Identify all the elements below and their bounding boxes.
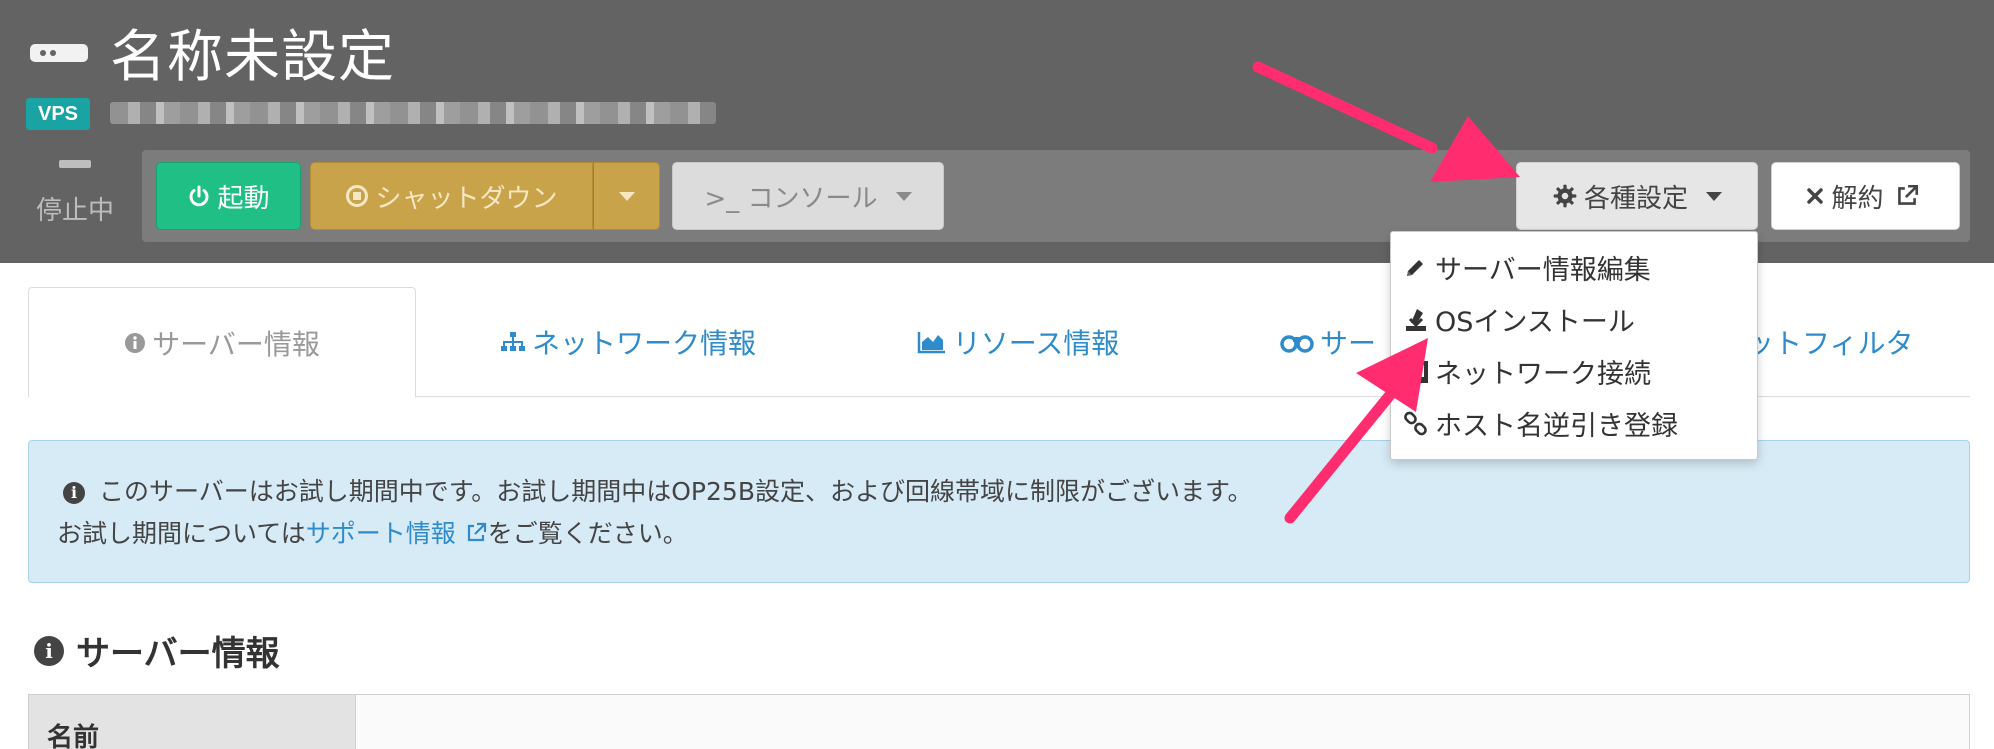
area-chart-icon [917, 330, 947, 354]
gear-icon [1552, 183, 1578, 209]
close-icon [1805, 186, 1825, 206]
menu-item-label: ネットワーク接続 [1435, 359, 1651, 390]
shutdown-dropdown-toggle[interactable] [593, 162, 660, 230]
tab-resource-info[interactable]: リソース情報 [868, 287, 1168, 397]
section-title: i サーバー情報 [34, 626, 280, 675]
start-label: 起動 [217, 183, 270, 214]
info-icon: i [63, 482, 85, 504]
menu-item-label: ホスト名逆引き登録 [1435, 411, 1678, 442]
console-label: >_ コンソール [704, 183, 878, 214]
menu-item-label: OSインストール [1435, 307, 1635, 338]
external-link-icon [1894, 183, 1920, 209]
console-button[interactable]: >_ コンソール [672, 162, 944, 230]
alert-text-prefix: お試し期間については [57, 519, 306, 548]
vps-badge: VPS [26, 98, 90, 130]
tab-label: サー [1320, 327, 1377, 360]
shutdown-button[interactable]: シャットダウン [310, 162, 593, 230]
menu-item-os-install[interactable]: OSインストール [1406, 300, 1635, 339]
status-label: 停止中 [35, 196, 114, 226]
install-icon [1403, 307, 1429, 333]
table-row-label: 名前 [29, 695, 356, 749]
ethernet-icon [1403, 360, 1429, 384]
info-icon [124, 332, 146, 354]
cancel-label: 解約 [1831, 183, 1884, 214]
tab-label: リソース情報 [952, 327, 1120, 360]
server-icon [30, 43, 88, 62]
tab-label: ネットワーク情報 [531, 327, 756, 360]
redacted-server-info [110, 102, 716, 124]
pencil-icon [1403, 256, 1427, 280]
tab-network-info[interactable]: ネットワーク情報 [468, 287, 788, 397]
chevron-down-icon [1706, 191, 1722, 201]
start-button[interactable]: 起動 [156, 162, 301, 230]
menu-item-network-connection[interactable]: ネットワーク接続 [1404, 352, 1651, 391]
tab-label: サーバー情報 [152, 327, 320, 361]
tab-server-info[interactable]: サーバー情報 [28, 287, 416, 398]
menu-item-label: サーバー情報編集 [1435, 255, 1651, 286]
tab-packet-filter[interactable]: ットフィルタ [1746, 287, 1946, 397]
status-indicator-icon [59, 160, 91, 168]
server-info-table: 名前 [28, 694, 1970, 749]
alert-line-1: i このサーバーはお試し期間中です。お試し期間中はOP25B設定、および回線帯域に… [63, 471, 1969, 513]
menu-item-reverse-dns[interactable]: ホスト名逆引き登録 [1404, 404, 1678, 443]
cancel-contract-button[interactable]: 解約 [1771, 162, 1960, 230]
settings-dropdown-button[interactable]: 各種設定 [1516, 162, 1758, 230]
support-info-link[interactable]: サポート情報 [306, 519, 456, 548]
server-status: 停止中 [24, 160, 126, 227]
section-title-text: サーバー情報 [76, 634, 280, 674]
alert-line-2: お試し期間についてはサポート情報 をご覧ください。 [57, 513, 1969, 558]
server-title: 名称未設定 [110, 25, 395, 90]
alert-text-suffix: をご覧ください。 [487, 519, 688, 548]
info-icon: i [34, 635, 64, 666]
binoculars-icon [1280, 331, 1314, 353]
table-row-value [356, 695, 1969, 749]
settings-label: 各種設定 [1583, 183, 1688, 214]
external-link-icon [464, 516, 488, 558]
stop-circle-icon [345, 184, 369, 208]
shutdown-label: シャットダウン [375, 183, 558, 214]
link-icon [1403, 411, 1429, 437]
chevron-down-icon [895, 191, 912, 201]
settings-dropdown-menu: サーバー情報編集 OSインストール ネットワーク接続 ホスト名逆引き登録 [1390, 231, 1758, 460]
alert-text: このサーバーはお試し期間中です。お試し期間中はOP25B設定、および回線帯域に制… [99, 477, 1253, 506]
power-icon [187, 184, 211, 208]
tab-label: ットフィルタ [1746, 327, 1914, 360]
title-row: 名称未設定 [30, 12, 395, 93]
trial-alert: i このサーバーはお試し期間中です。お試し期間中はOP25B設定、および回線帯域に… [28, 440, 1970, 583]
sitemap-icon [500, 331, 526, 353]
chevron-down-icon [618, 191, 635, 201]
menu-item-edit-server-info[interactable]: サーバー情報編集 [1407, 248, 1651, 287]
